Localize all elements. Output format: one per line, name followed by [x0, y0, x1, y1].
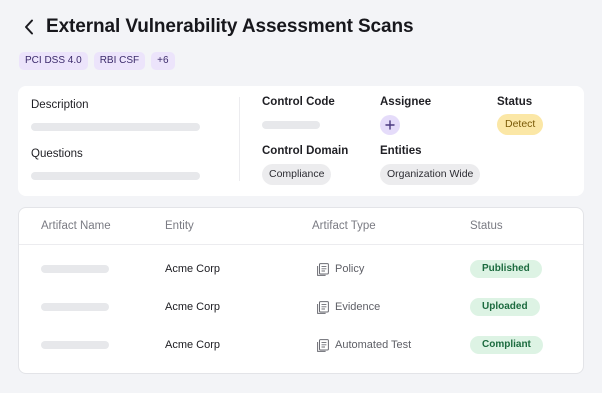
table-row[interactable]: Acme Corp Evidence Uploaded [19, 292, 583, 322]
status-badge: Published [470, 260, 542, 278]
artifact-type-label: Evidence [335, 301, 381, 313]
questions-label: Questions [31, 148, 83, 160]
column-header-entity[interactable]: Entity [165, 220, 194, 232]
artifact-type-label: Policy [335, 263, 365, 275]
table-header-divider [19, 244, 583, 245]
page-header: External Vulnerability Assessment Scans [22, 16, 414, 38]
artifact-name-placeholder [41, 265, 109, 273]
table-row[interactable]: Acme Corp Policy Published [19, 254, 583, 284]
artifact-type-cell: Automated Test [317, 330, 411, 360]
tag-more-count[interactable]: +6 [151, 52, 175, 70]
control-code-placeholder [262, 121, 320, 129]
status-label: Status [497, 96, 533, 108]
assignee-label: Assignee [380, 96, 432, 108]
entity-cell: Acme Corp [165, 263, 221, 275]
tag-rbi-csf[interactable]: RBI CSF [93, 52, 146, 70]
table-row[interactable]: Acme Corp Automated Test Compliant [19, 330, 583, 360]
column-header-status[interactable]: Status [470, 220, 503, 232]
document-icon [317, 300, 329, 314]
artifacts-table: Artifact Name Entity Artifact Type Statu… [18, 207, 584, 374]
column-header-artifact-name[interactable]: Artifact Name [41, 220, 111, 232]
entities-chip: Organization Wide [380, 164, 481, 185]
control-domain-chip: Compliance [262, 164, 332, 185]
document-icon [317, 338, 329, 352]
page-title: External Vulnerability Assessment Scans [46, 16, 414, 37]
entities-label: Entities [380, 145, 422, 157]
status-badge: Compliant [470, 336, 543, 354]
control-details-card: Description Questions Control Code Assig… [18, 86, 584, 196]
status-cell: Uploaded [470, 292, 540, 322]
add-assignee-button[interactable] [380, 115, 400, 135]
status-badge: Uploaded [470, 298, 540, 316]
entity-cell: Acme Corp [165, 339, 221, 351]
status-badge: Detect [497, 114, 544, 135]
tag-pci-dss[interactable]: PCI DSS 4.0 [19, 52, 88, 70]
back-button[interactable] [22, 17, 36, 37]
control-domain-label: Control Domain [262, 145, 349, 157]
framework-tags: PCI DSS 4.0 RBI CSF +6 [19, 52, 175, 70]
plus-icon [385, 120, 395, 130]
status-cell: Compliant [470, 330, 543, 360]
details-divider [239, 97, 240, 181]
artifact-name-placeholder [41, 341, 109, 349]
description-placeholder [31, 123, 200, 131]
chevron-left-icon [25, 19, 33, 35]
artifact-type-label: Automated Test [335, 339, 412, 351]
page-background: External Vulnerability Assessment Scans … [0, 0, 602, 393]
questions-placeholder [31, 172, 200, 180]
artifact-type-cell: Evidence [317, 292, 380, 322]
description-label: Description [31, 99, 89, 111]
column-header-artifact-type[interactable]: Artifact Type [312, 220, 376, 232]
entity-cell: Acme Corp [165, 301, 221, 313]
artifact-name-placeholder [41, 303, 109, 311]
document-icon [317, 262, 329, 276]
control-code-label: Control Code [262, 96, 335, 108]
artifact-type-cell: Policy [317, 254, 364, 284]
status-cell: Published [470, 254, 542, 284]
